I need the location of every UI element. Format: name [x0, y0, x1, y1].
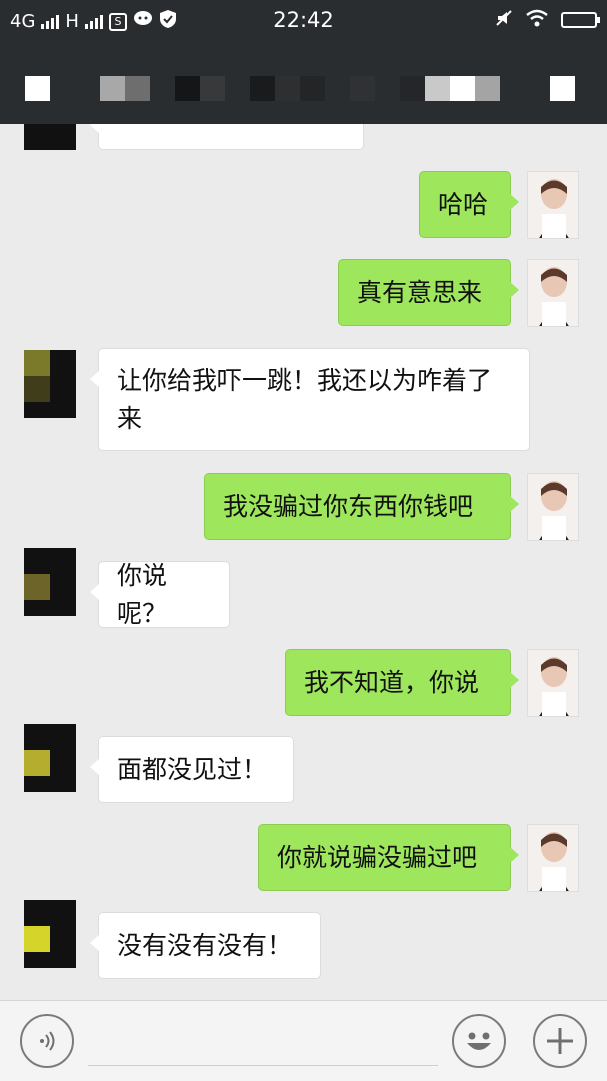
more-icon[interactable] [550, 76, 575, 101]
contact-avatar[interactable] [24, 350, 76, 418]
chat-header [0, 40, 607, 124]
my-avatar[interactable] [527, 259, 579, 327]
back-icon[interactable] [25, 76, 50, 101]
contact-avatar[interactable] [24, 900, 76, 968]
message-bubble[interactable]: 我不知道，你说 [285, 649, 519, 716]
message-bubble[interactable]: 哈哈 [419, 171, 519, 238]
message-bubble[interactable]: 我没骗过你东西你钱吧 [204, 473, 519, 540]
my-avatar[interactable] [527, 473, 579, 541]
contact-avatar[interactable] [24, 124, 76, 150]
message-bubble[interactable]: 你说呢？ [90, 561, 230, 628]
status-bar: 4G H S 22:42 [0, 0, 607, 40]
system-indicators [495, 9, 600, 31]
message-bubble[interactable]: 让你给我吓一跳！我还以为咋着了 来 [90, 348, 530, 451]
voice-icon[interactable] [20, 1014, 74, 1068]
my-avatar[interactable] [527, 824, 579, 892]
message-bubble[interactable]: 面都没见过！ [90, 736, 294, 803]
my-avatar[interactable] [527, 649, 579, 717]
chat-area[interactable]: 哈哈 真有意思来 让你给我吓一跳！我还以为咋着了 来 我没骗过你东西你钱吧 你说… [0, 124, 607, 1000]
mute-icon [495, 9, 513, 31]
message-bubble[interactable]: 你就说骗没骗过吧 [258, 824, 519, 891]
contact-avatar[interactable] [24, 548, 76, 616]
message-input[interactable] [88, 1065, 438, 1066]
message-bubble-partial [90, 124, 364, 150]
input-bar [0, 1000, 607, 1081]
plus-icon[interactable] [533, 1014, 587, 1068]
message-bubble[interactable]: 真有意思来 [338, 259, 519, 326]
my-avatar[interactable] [527, 171, 579, 239]
battery-icon [561, 12, 600, 28]
message-bubble[interactable]: 没有没有没有！ [90, 912, 321, 979]
wifi-icon [525, 9, 549, 31]
header-title [100, 76, 500, 101]
contact-avatar[interactable] [24, 724, 76, 792]
emoji-icon[interactable] [452, 1014, 506, 1068]
